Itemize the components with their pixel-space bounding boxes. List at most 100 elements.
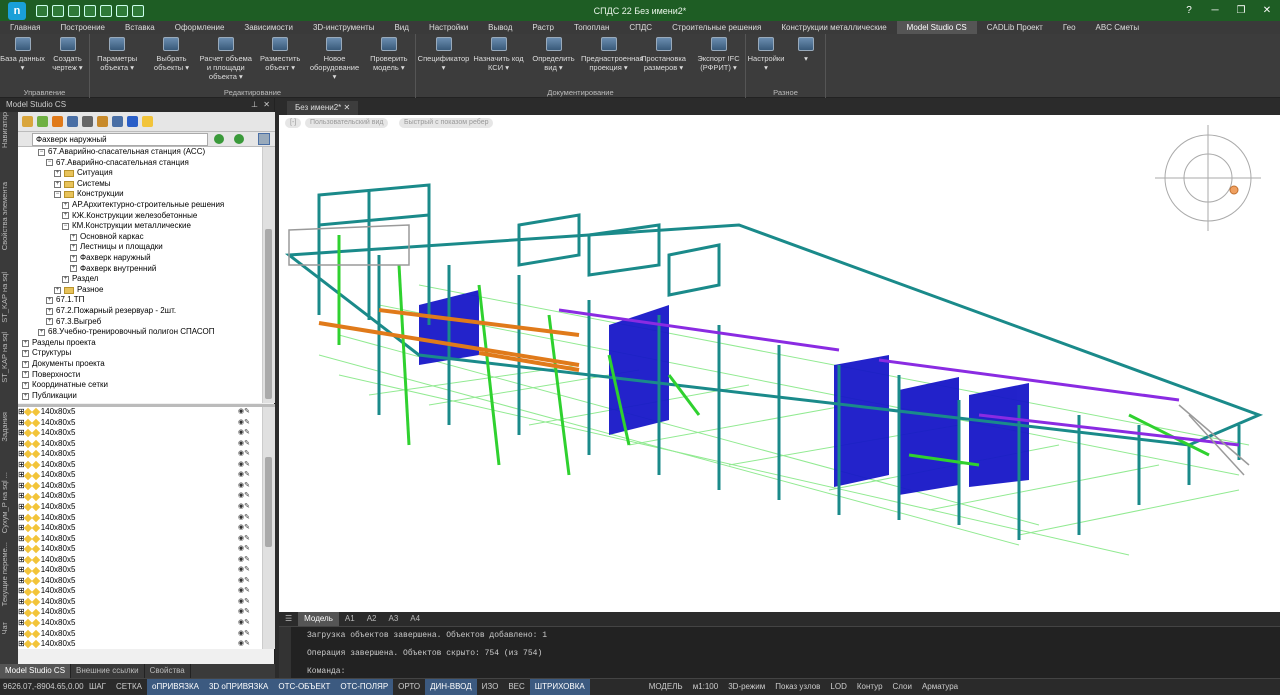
status-toggle[interactable]: ВЕС — [503, 679, 529, 695]
panel-tab[interactable]: Model Studio CS — [0, 664, 72, 678]
visibility-icon[interactable]: ◉✎ — [238, 449, 250, 460]
visibility-icon[interactable]: ◉✎ — [238, 618, 250, 629]
list-item[interactable]: ⊞ 140x80x5 ◉✎ — [18, 544, 262, 555]
tree-scrollbar[interactable] — [262, 147, 275, 403]
visibility-icon[interactable]: ◉✎ — [238, 513, 250, 524]
ribbon-button[interactable]: Разместить объект ▾ — [253, 37, 307, 72]
tree-node[interactable]: +67.3.Выгреб — [46, 317, 101, 328]
ribbon-tab[interactable]: CADLib Проект — [977, 21, 1053, 34]
expand-toggle[interactable]: + — [70, 265, 77, 273]
ribbon-button[interactable]: Проверить модель ▾ — [362, 37, 416, 72]
status-toggle[interactable]: Арматура — [917, 679, 963, 695]
visibility-icon[interactable]: ◉✎ — [238, 407, 250, 418]
list-item[interactable]: ⊞ 140x80x5 ◉✎ — [18, 470, 262, 481]
open-icon[interactable] — [52, 4, 64, 17]
ribbon-tab[interactable]: Строительные решения — [662, 21, 771, 34]
tree-node[interactable]: +67.1.ТП — [46, 295, 84, 306]
layout-tab[interactable]: A4 — [404, 612, 426, 626]
ribbon-tab[interactable]: Топоплан — [564, 21, 619, 34]
visibility-icon[interactable]: ◉✎ — [238, 470, 250, 481]
status-toggle[interactable]: оПРИВЯЗКА — [147, 678, 204, 695]
ribbon-button[interactable]: Преднастроенная проекция ▾ — [581, 37, 643, 72]
expand-toggle[interactable]: + — [22, 360, 29, 368]
visibility-icon[interactable]: ◉✎ — [238, 597, 250, 608]
list-item[interactable]: ⊞ 140x80x5 ◉✎ — [18, 407, 262, 418]
tree-node[interactable]: +67.2.Пожарный резервуар - 2шт. — [46, 306, 176, 317]
panel-tab[interactable]: Свойства — [145, 664, 191, 678]
run-icon[interactable] — [52, 116, 63, 127]
expand-toggle[interactable]: + — [62, 212, 69, 220]
visibility-icon[interactable]: ◉✎ — [238, 428, 250, 439]
tree-node[interactable]: + Структуры — [22, 348, 71, 359]
layout-menu-icon[interactable]: ☰ — [279, 612, 298, 626]
visibility-icon[interactable]: ◉✎ — [238, 586, 250, 597]
list-scrollbar[interactable] — [262, 407, 275, 649]
tree-node[interactable]: + Разное — [54, 285, 103, 296]
ribbon-tab[interactable]: Главная — [0, 21, 50, 34]
ribbon-tab[interactable]: СПДС — [619, 21, 662, 34]
expand-toggle[interactable]: + — [46, 297, 53, 305]
list-item[interactable]: ⊞ 140x80x5 ◉✎ — [18, 491, 262, 502]
layout-tab[interactable]: A1 — [339, 612, 361, 626]
save-icon[interactable] — [68, 4, 80, 17]
visibility-icon[interactable]: ◉✎ — [238, 439, 250, 450]
check-icon[interactable] — [127, 116, 138, 127]
side-tab[interactable]: Сухум_P на sql ... — [0, 472, 18, 533]
list-item[interactable]: ⊞ 140x80x5 ◉✎ — [18, 597, 262, 608]
tree-node[interactable]: + Фахверк внутренний — [70, 264, 156, 275]
ribbon-button[interactable]: ▾ — [786, 37, 826, 63]
list-item[interactable]: ⊞ 140x80x5 ◉✎ — [18, 555, 262, 566]
list-item[interactable]: ⊞ 140x80x5 ◉✎ — [18, 523, 262, 534]
status-toggle[interactable]: СЕТКА — [111, 679, 147, 695]
help-icon[interactable]: ? — [1176, 0, 1202, 21]
visibility-icon[interactable]: ◉✎ — [238, 460, 250, 471]
ribbon-tab[interactable]: Model Studio CS — [896, 21, 977, 34]
list-item[interactable]: ⊞ 140x80x5 ◉✎ — [18, 513, 262, 524]
list-item[interactable]: ⊞ 140x80x5 ◉✎ — [18, 428, 262, 439]
panel-tab[interactable]: Внешние ссылки — [71, 664, 145, 678]
status-toggle[interactable]: Показ узлов — [770, 679, 825, 695]
document-tab[interactable]: Без имени2* ✕ — [287, 101, 359, 115]
tree-node[interactable]: + Поверхности — [22, 370, 80, 381]
command-window-handle[interactable] — [279, 627, 291, 679]
redo-icon[interactable] — [116, 4, 128, 17]
status-toggle[interactable]: ОТС-ОБЪЕКТ — [273, 678, 336, 695]
pin-icon[interactable]: ⊥ — [251, 98, 258, 112]
panel-close-icon[interactable]: ✕ — [263, 98, 270, 112]
status-toggle[interactable]: Слои — [888, 679, 917, 695]
ribbon-tab[interactable]: Растр — [522, 21, 564, 34]
expand-toggle[interactable]: + — [22, 381, 29, 389]
add-icon[interactable] — [37, 116, 48, 127]
ribbon-button[interactable]: Спецификатор ▾ — [416, 37, 471, 72]
tree-node[interactable]: + КЖ.Конструкции железобетонные — [62, 211, 197, 222]
tree-node[interactable]: − КМ.Конструкции металлические — [62, 221, 191, 232]
layout-tab[interactable]: A3 — [382, 612, 404, 626]
tree-node[interactable]: + Ситуация — [54, 168, 113, 179]
visibility-icon[interactable]: ◉✎ — [238, 576, 250, 587]
list-item[interactable]: ⊞ 140x80x5 ◉✎ — [18, 418, 262, 429]
expand-toggle[interactable]: + — [54, 180, 61, 188]
ribbon-tab[interactable]: Вставка — [115, 21, 165, 34]
expand-toggle[interactable]: − — [62, 222, 69, 230]
expand-toggle[interactable]: + — [62, 201, 69, 209]
tree-node[interactable]: + Координатные сетки — [22, 380, 108, 391]
ribbon-tab[interactable]: ABC Сметы — [1086, 21, 1150, 34]
ribbon-tab[interactable]: Конструкции металлические — [771, 21, 896, 34]
tree-view-icon[interactable] — [67, 116, 78, 127]
expand-toggle[interactable]: + — [54, 169, 61, 177]
visibility-icon[interactable]: ◉✎ — [238, 481, 250, 492]
save-as-icon[interactable] — [84, 4, 96, 17]
status-toggle[interactable]: ДИН-ВВОД — [425, 678, 477, 695]
expand-toggle[interactable]: + — [70, 254, 77, 262]
tree-node[interactable]: − Конструкции — [54, 189, 124, 200]
ribbon-tab[interactable]: Оформление — [165, 21, 235, 34]
expand-toggle[interactable]: + — [22, 392, 29, 400]
list-item[interactable]: ⊞ 140x80x5 ◉✎ — [18, 607, 262, 618]
tree-node[interactable]: −67.Аварийно-спасательная станция — [46, 158, 189, 169]
ribbon-tab[interactable]: Построение — [50, 21, 115, 34]
status-toggle[interactable]: ОТС-ПОЛЯР — [335, 678, 394, 695]
expand-toggle[interactable]: + — [62, 275, 69, 283]
list-item[interactable]: ⊞ 140x80x5 ◉✎ — [18, 576, 262, 587]
expand-toggle[interactable]: + — [46, 318, 53, 326]
visibility-icon[interactable]: ◉✎ — [238, 544, 250, 555]
